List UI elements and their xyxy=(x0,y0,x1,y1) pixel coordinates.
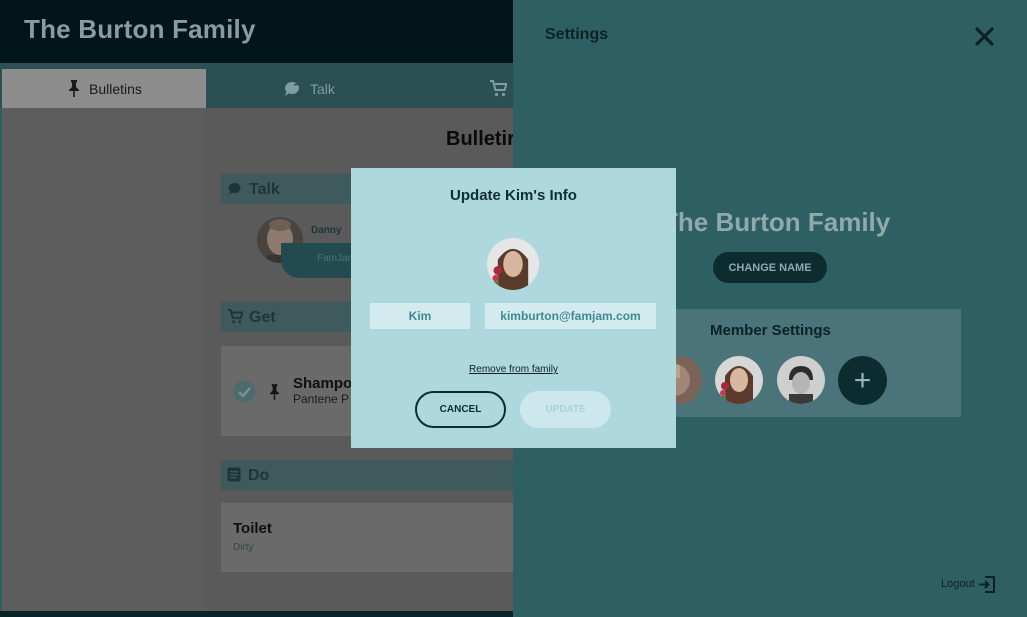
do-section-title: Do xyxy=(248,467,270,484)
tab-talk[interactable] xyxy=(207,69,407,108)
talk-section-title: Talk xyxy=(249,181,280,198)
modal-avatar-kim[interactable] xyxy=(487,238,539,290)
name-field[interactable]: Kim xyxy=(370,303,470,329)
do-list-icon xyxy=(227,467,241,487)
get-item-title: Shampo xyxy=(293,375,353,392)
settings-title: Settings xyxy=(545,26,609,43)
bulletins-title: Bulletir xyxy=(446,128,515,150)
chat-icon xyxy=(283,80,304,102)
tab-talk-label: Talk xyxy=(310,81,335,97)
close-icon[interactable] xyxy=(975,27,994,51)
left-column xyxy=(2,108,206,611)
logout-icon[interactable] xyxy=(978,576,996,598)
modal-title: Update Kim's Info xyxy=(450,187,577,204)
logout-link[interactable]: Logout xyxy=(941,578,975,590)
get-item-subtitle: Pantene P xyxy=(293,392,350,406)
email-field[interactable]: kimburton@famjam.com xyxy=(485,303,656,329)
talk-message-text: FamJar xyxy=(317,253,351,264)
bottom-bar xyxy=(0,611,513,617)
cancel-button[interactable]: CANCEL xyxy=(415,391,506,428)
remove-from-family-link[interactable]: Remove from family xyxy=(351,364,676,375)
do-item-subtitle: Dirty xyxy=(233,542,254,553)
do-item-card[interactable] xyxy=(221,503,513,572)
family-name-display: The Burton Family xyxy=(662,207,891,237)
checkmark-icon[interactable] xyxy=(233,380,256,408)
do-item-title: Toilet xyxy=(233,520,272,537)
tab-bulletins-label: Bulletins xyxy=(89,81,142,97)
member-avatar-3[interactable] xyxy=(777,356,825,404)
talk-author: Danny xyxy=(311,225,342,236)
member-avatar-kim[interactable] xyxy=(715,356,763,404)
cart-icon xyxy=(489,80,508,102)
pin-icon xyxy=(67,79,81,102)
update-button[interactable]: UPDATE xyxy=(520,391,611,428)
app-title: The Burton Family xyxy=(24,14,256,44)
get-section-title: Get xyxy=(249,309,276,326)
add-member-button[interactable]: + xyxy=(838,356,887,405)
member-settings-title: Member Settings xyxy=(710,322,831,339)
pin-icon xyxy=(268,381,281,407)
change-name-button[interactable]: CHANGE NAME xyxy=(713,252,827,283)
get-section-cart-icon xyxy=(227,308,244,329)
talk-section-icon xyxy=(227,181,243,201)
